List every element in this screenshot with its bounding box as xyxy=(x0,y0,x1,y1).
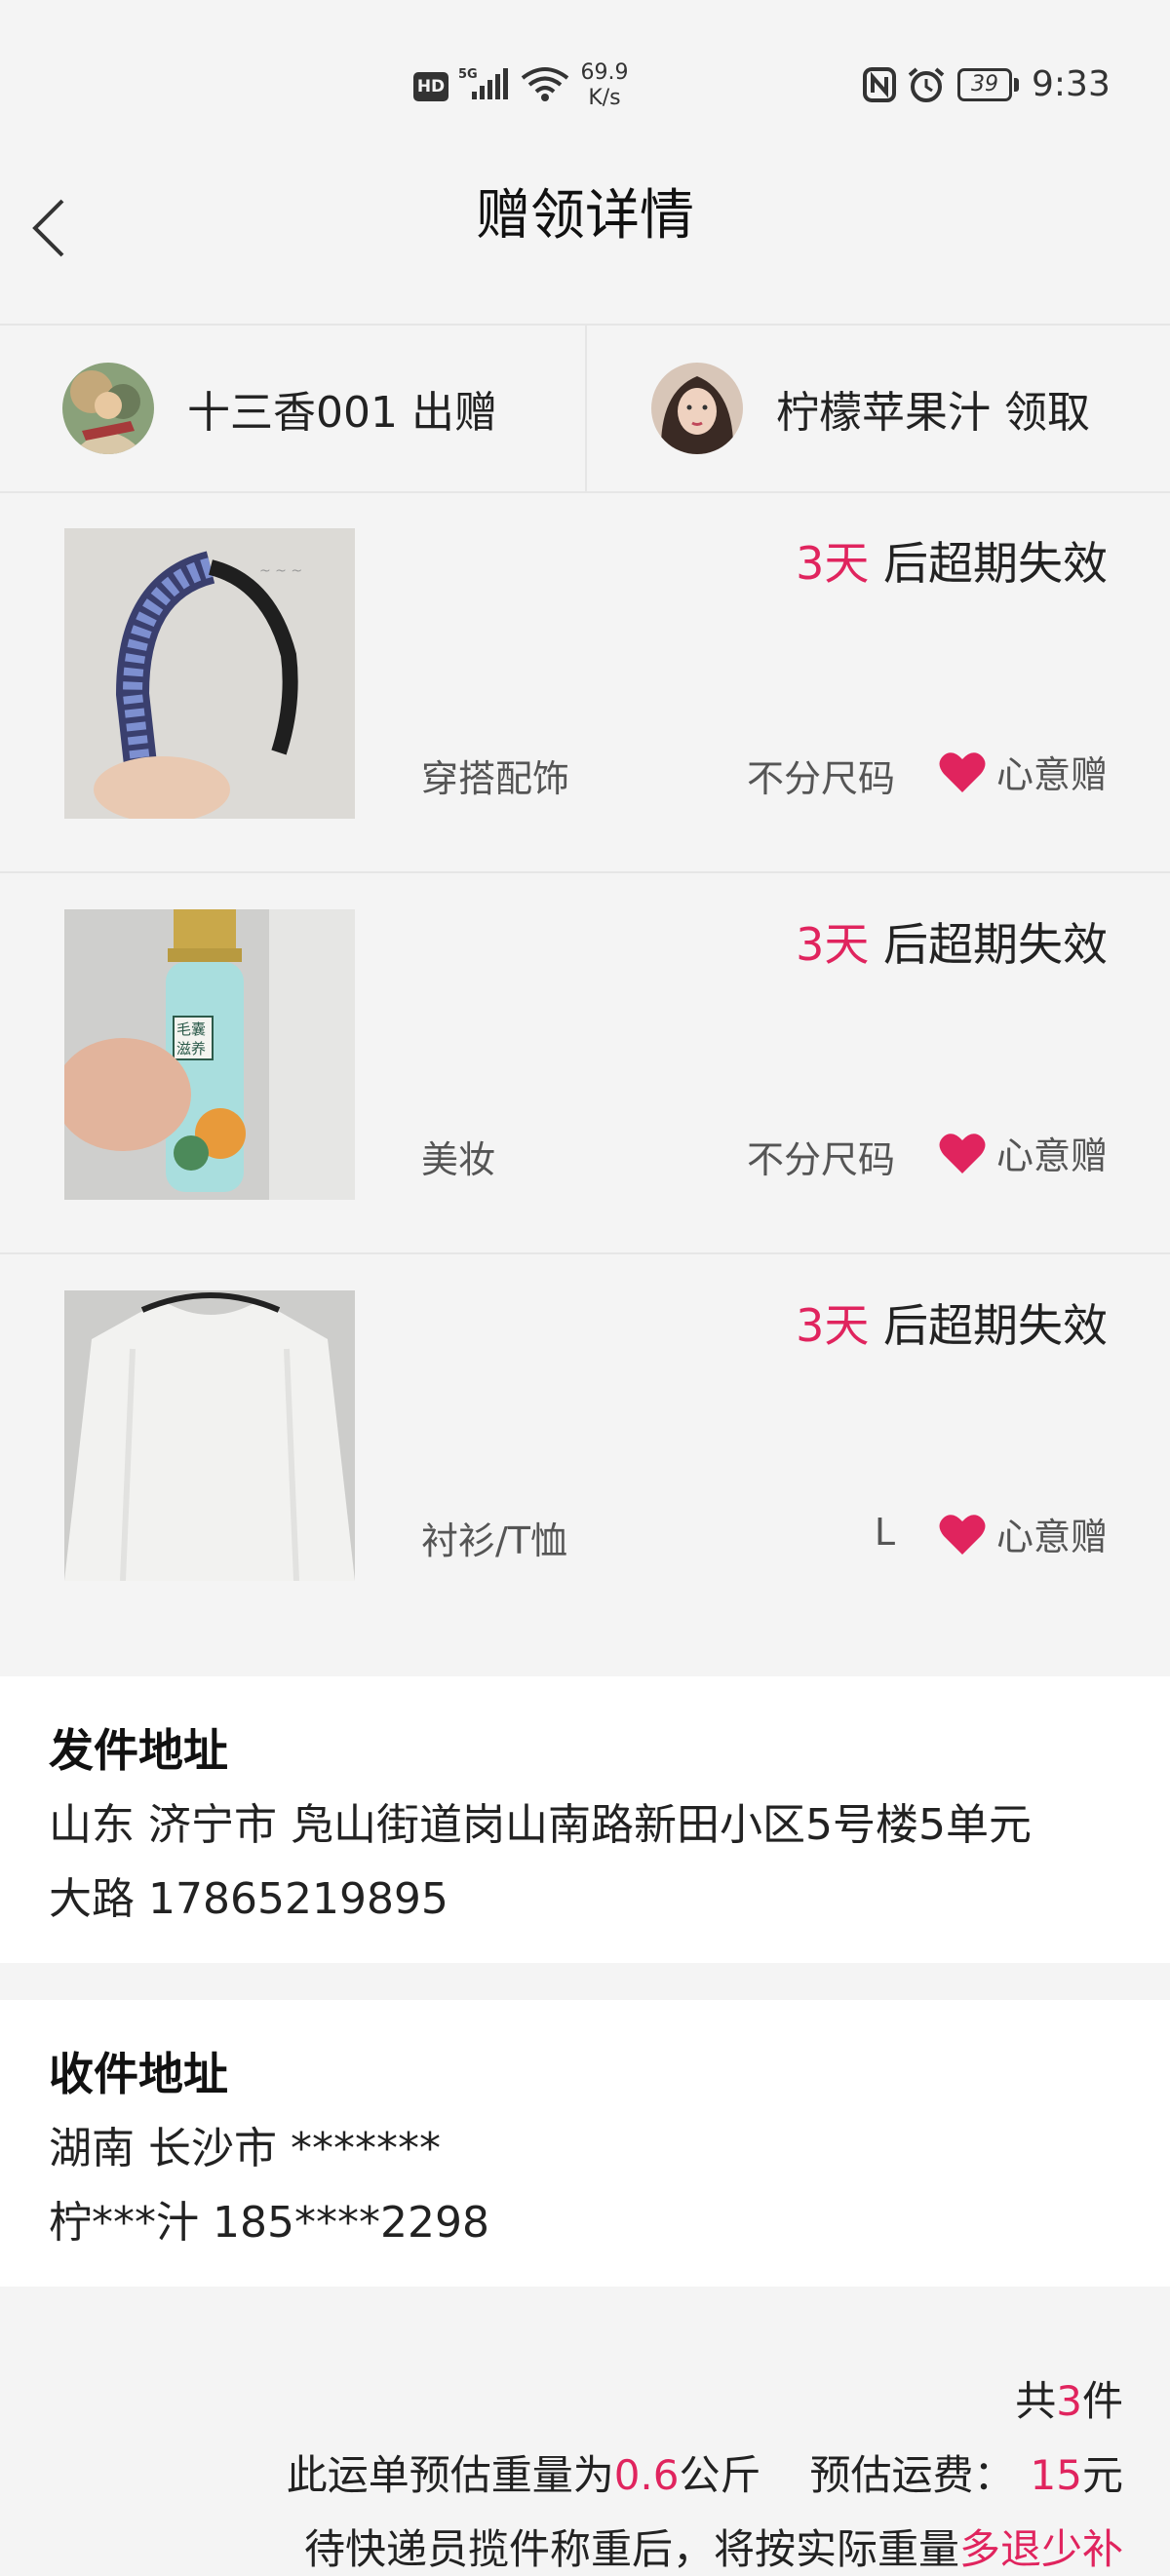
item-count: 共3件 xyxy=(1015,2377,1123,2425)
gift-type-tag: 心意赠 xyxy=(938,1507,1108,1560)
expire-text: 后超期失效 xyxy=(869,537,1108,590)
item-photo[interactable]: 毛囊 滋养 xyxy=(64,909,355,1200)
weight-note: 待快递员揽件称重后，将按实际重量多退少补 xyxy=(303,2525,1123,2573)
item-size: L xyxy=(874,1511,895,1554)
receiver-avatar xyxy=(651,363,743,454)
divider xyxy=(585,326,587,491)
receiver-name: 柠檬苹果汁 xyxy=(776,388,991,438)
sender-address-card: 发件地址 山东 济宁市 凫山街道岗山南路新田小区5号楼5单元 大路 178652… xyxy=(0,1676,1170,1963)
gift-type-tag: 心意赠 xyxy=(938,745,1108,798)
giver[interactable]: 十三香001 出赠 xyxy=(62,326,497,491)
network-speed: 69.9 K/s xyxy=(577,60,632,111)
item-count-value: 3 xyxy=(1056,2377,1082,2425)
refund-policy: 多退少补 xyxy=(958,2525,1123,2573)
gift-type-tag: 心意赠 xyxy=(938,1126,1108,1179)
heart-icon xyxy=(939,1514,986,1555)
weight-value: 0.6 xyxy=(613,2451,680,2499)
item-category: 穿搭配饰 xyxy=(421,757,570,800)
chevron-left-icon xyxy=(32,199,64,257)
sender-address-title: 发件地址 xyxy=(49,1724,228,1777)
page-title: 赠领详情 xyxy=(476,184,694,248)
hd-icon: HD xyxy=(413,72,448,101)
receiver[interactable]: 柠檬苹果汁 领取 xyxy=(651,326,1090,491)
receiver-address-card: 收件地址 湖南 长沙市 ******* 柠***汁 185****2298 xyxy=(0,2000,1170,2287)
gift-type-label: 心意赠 xyxy=(995,1134,1108,1177)
gift-item[interactable]: ~ ~ ~ 3天 后超期失效 穿搭配饰 不分尺码 心意赠 xyxy=(0,493,1170,873)
shipping-summary: 共3件 此运单预估重量为0.6公斤 预估运费： 15元 待快递员揽件称重后，将按实际… xyxy=(0,2290,1170,2573)
battery-icon: 39 xyxy=(957,68,1012,101)
item-category: 美妆 xyxy=(421,1138,496,1181)
giver-avatar xyxy=(62,363,154,454)
sender-contact: 大路 17865219895 xyxy=(49,1874,448,1924)
giver-action: 出赠 xyxy=(410,388,497,438)
weight-fee-line: 此运单预估重量为0.6公斤 预估运费： 15元 xyxy=(286,2451,1123,2499)
gift-item[interactable]: 3天 后超期失效 衬衫/T恤 L 心意赠 xyxy=(0,1255,1170,1635)
back-button[interactable] xyxy=(21,179,90,277)
item-category: 衬衫/T恤 xyxy=(421,1519,568,1562)
gift-item[interactable]: 毛囊 滋养 3天 后超期失效 美妆 不分尺码 心意赠 xyxy=(0,874,1170,1254)
item-photo[interactable]: ~ ~ ~ xyxy=(64,528,355,819)
wifi-icon xyxy=(519,64,571,107)
svg-text:~ ~ ~: ~ ~ ~ xyxy=(259,563,302,579)
receiver-contact: 柠***汁 185****2298 xyxy=(49,2198,489,2248)
expire-days: 3天 xyxy=(796,537,870,590)
item-size: 不分尺码 xyxy=(746,757,895,800)
fee-value: 15 xyxy=(1030,2451,1082,2499)
receiver-address-title: 收件地址 xyxy=(49,2048,228,2100)
battery-tip xyxy=(1014,78,1019,92)
expire-notice: 3天 后超期失效 xyxy=(796,1290,1108,1355)
svg-text:滋养: 滋养 xyxy=(176,1040,206,1057)
expire-text: 后超期失效 xyxy=(869,918,1108,971)
nav-header: 赠领详情 xyxy=(0,166,1170,324)
item-photo[interactable] xyxy=(64,1290,355,1581)
expire-notice: 3天 后超期失效 xyxy=(796,909,1108,974)
svg-text:毛囊: 毛囊 xyxy=(176,1020,206,1038)
clock: 9:33 xyxy=(1032,64,1111,104)
network-type-label: 5G xyxy=(458,67,478,82)
expire-days: 3天 xyxy=(796,1299,870,1352)
expire-notice: 3天 后超期失效 xyxy=(796,528,1108,593)
nfc-icon xyxy=(862,66,897,107)
alarm-icon xyxy=(907,66,946,107)
heart-icon xyxy=(939,751,986,792)
heart-icon xyxy=(939,1133,986,1173)
cellular-signal-icon: 5G xyxy=(458,64,513,107)
expire-days: 3天 xyxy=(796,918,870,971)
status-bar: HD 5G 69.9 K/s 39 9:33 xyxy=(0,0,1170,166)
sender-address-line: 山东 济宁市 凫山街道岗山南路新田小区5号楼5单元 xyxy=(49,1800,1032,1850)
gift-parties: 十三香001 出赠 柠檬苹果汁 领取 xyxy=(0,324,1170,493)
network-speed-unit: K/s xyxy=(588,86,621,110)
item-size: 不分尺码 xyxy=(746,1138,895,1181)
giver-name: 十三香001 xyxy=(187,388,398,438)
gift-type-label: 心意赠 xyxy=(995,753,1108,796)
network-speed-value: 69.9 xyxy=(580,60,629,85)
gift-type-label: 心意赠 xyxy=(995,1516,1108,1558)
expire-text: 后超期失效 xyxy=(869,1299,1108,1352)
receiver-address-line: 湖南 长沙市 ******* xyxy=(49,2124,441,2173)
receiver-action: 领取 xyxy=(1004,388,1090,438)
